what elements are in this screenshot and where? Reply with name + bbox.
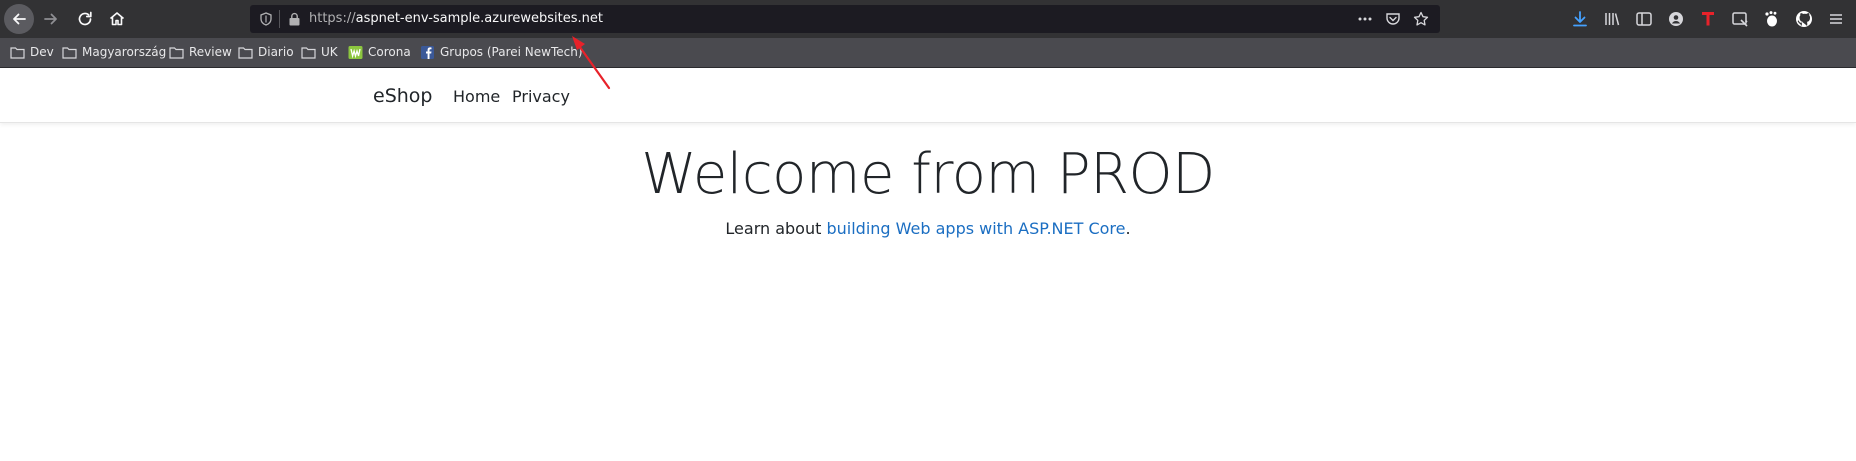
site-navbar: eShop Home Privacy xyxy=(0,69,1856,123)
nav-home-link[interactable]: Home xyxy=(453,87,500,106)
screenshot-icon xyxy=(1732,12,1748,27)
pocket-icon xyxy=(1386,13,1400,25)
bookmark-label: Corona xyxy=(368,45,411,59)
url-actions xyxy=(1356,10,1430,28)
back-button[interactable] xyxy=(4,4,34,34)
folder-icon xyxy=(10,46,25,59)
arrow-left-icon xyxy=(13,13,26,25)
extension-gnome-button[interactable] xyxy=(1762,9,1782,29)
bookmarks-toolbar: Dev Magyarország Review Diario UK Corona… xyxy=(0,38,1856,68)
more-horizontal-icon xyxy=(1358,17,1372,21)
folder-icon xyxy=(169,46,184,59)
bookmark-folder-dev[interactable]: Dev xyxy=(10,45,54,59)
bookmark-folder-uk[interactable]: UK xyxy=(301,45,338,59)
bookmark-folder-diario[interactable]: Diario xyxy=(238,45,294,59)
pocket-button[interactable] xyxy=(1384,10,1402,28)
url-bar[interactable]: https://aspnet-env-sample.azurewebsites.… xyxy=(250,5,1440,33)
page-title: Welcome from PROD xyxy=(641,142,1215,207)
sidebar-button[interactable] xyxy=(1634,9,1654,29)
bookmark-label: Grupos (Parei NewTech) xyxy=(440,45,583,59)
extension-screenshot-button[interactable] xyxy=(1730,9,1750,29)
extension-t-button[interactable] xyxy=(1698,9,1718,29)
url-host: aspnet-env-sample.azurewebsites.net xyxy=(355,11,603,26)
bookmark-label: Dev xyxy=(30,45,54,59)
toolbar-right-icons xyxy=(1570,9,1846,29)
forward-button[interactable] xyxy=(36,4,66,34)
folder-icon xyxy=(301,46,316,59)
reload-icon xyxy=(78,11,92,26)
browser-toolbar: https://aspnet-env-sample.azurewebsites.… xyxy=(0,0,1856,38)
bookmark-folder-review[interactable]: Review xyxy=(169,45,232,59)
bookmark-label: Review xyxy=(189,45,232,59)
account-icon xyxy=(1669,12,1683,26)
url-separator xyxy=(279,10,280,28)
red-t-extension-icon xyxy=(1702,12,1714,26)
home-icon xyxy=(109,12,125,26)
menu-button[interactable] xyxy=(1826,9,1846,29)
gnome-foot-icon xyxy=(1765,11,1777,27)
github-icon xyxy=(1796,11,1812,27)
nav-privacy-link[interactable]: Privacy xyxy=(512,87,570,106)
shield-icon[interactable] xyxy=(259,12,273,26)
bookmark-label: Diario xyxy=(258,45,294,59)
star-icon xyxy=(1413,11,1429,26)
reload-button[interactable] xyxy=(70,4,100,34)
extension-github-button[interactable] xyxy=(1794,9,1814,29)
lead-suffix: . xyxy=(1125,219,1131,238)
bookmark-folder-magyarorszag[interactable]: Magyarország xyxy=(62,45,166,59)
facebook-icon xyxy=(421,45,434,59)
sidebar-icon xyxy=(1636,12,1652,26)
lead-prefix: Learn about xyxy=(725,219,827,238)
bookmark-label: UK xyxy=(321,45,338,59)
arrow-right-icon xyxy=(44,13,57,25)
aspnet-docs-link[interactable]: building Web apps with ASP.NET Core xyxy=(826,219,1125,238)
hamburger-menu-icon xyxy=(1830,14,1842,24)
downloads-button[interactable] xyxy=(1570,9,1590,29)
url-text[interactable]: https://aspnet-env-sample.azurewebsites.… xyxy=(309,11,603,26)
home-button[interactable] xyxy=(102,4,132,34)
account-button[interactable] xyxy=(1666,9,1686,29)
library-button[interactable] xyxy=(1602,9,1622,29)
bookmark-grupos[interactable]: Grupos (Parei NewTech) xyxy=(420,45,583,59)
bookmark-star-button[interactable] xyxy=(1412,10,1430,28)
w-site-icon xyxy=(348,45,363,59)
page-actions-button[interactable] xyxy=(1356,10,1374,28)
folder-icon xyxy=(238,46,253,59)
bookmark-corona[interactable]: Corona xyxy=(348,45,411,59)
brand-link[interactable]: eShop xyxy=(373,85,432,107)
folder-icon xyxy=(62,46,77,59)
lock-icon[interactable] xyxy=(288,12,301,26)
lead-paragraph: Learn about building Web apps with ASP.N… xyxy=(0,219,1856,238)
url-scheme: https:// xyxy=(309,11,356,26)
bookmark-label: Magyarország xyxy=(82,45,167,59)
download-icon xyxy=(1573,11,1587,27)
library-icon xyxy=(1605,13,1620,26)
